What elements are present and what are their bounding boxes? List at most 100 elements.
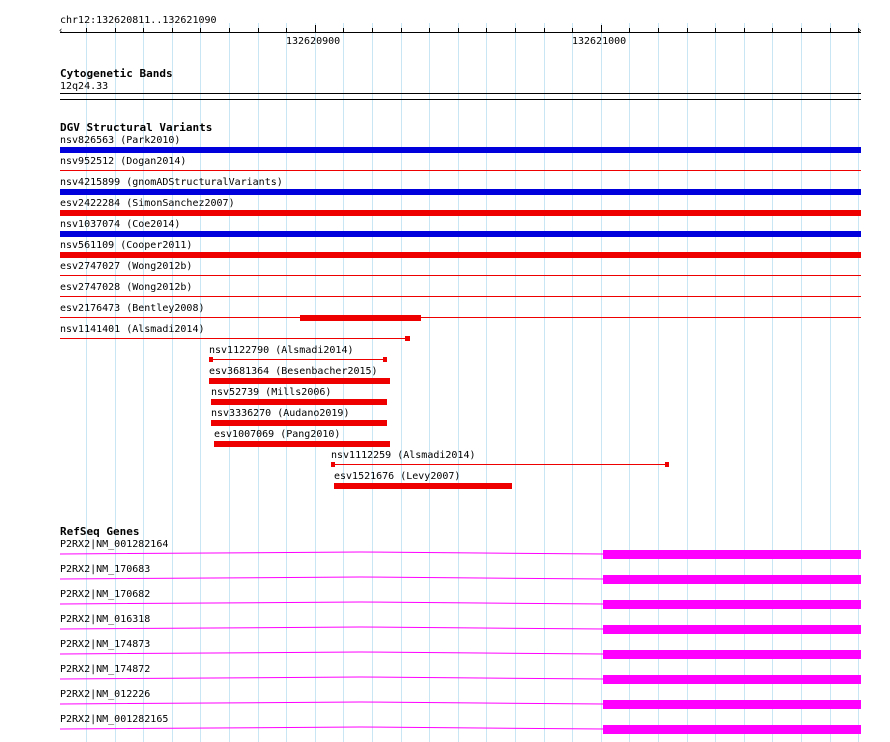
ruler-minor-tick	[200, 28, 201, 33]
dgv-variant-bar[interactable]	[60, 231, 861, 237]
dgv-variant-block[interactable]	[665, 462, 669, 467]
dgv-variant-label[interactable]: nsv826563 (Park2010)	[60, 135, 180, 146]
dgv-variant-bar[interactable]	[60, 147, 861, 153]
dgv-variant-bar[interactable]	[209, 378, 390, 384]
dgv-variant-label[interactable]: nsv52739 (Mills2006)	[211, 387, 331, 398]
dgv-variant-bar[interactable]	[209, 359, 386, 360]
dgv-variant-label[interactable]: nsv952512 (Dogan2014)	[60, 156, 186, 167]
refseq-intron-line[interactable]	[60, 700, 605, 706]
dgv-variant-label[interactable]: esv2422284 (SimonSanchez2007)	[60, 198, 235, 209]
ruler-minor-tick	[830, 28, 831, 33]
refseq-gene-label[interactable]: P2RX2|NM_174872	[60, 664, 150, 675]
dgv-variant-bar[interactable]	[60, 189, 861, 195]
refseq-exon-block[interactable]	[603, 725, 861, 734]
refseq-intron-line[interactable]	[60, 725, 605, 731]
ruler-minor-tick	[744, 28, 745, 33]
dgv-variant-bar[interactable]	[211, 399, 387, 405]
dgv-variant-label[interactable]: esv1521676 (Levy2007)	[334, 471, 460, 482]
ruler-range-label: chr12:132620811..132621090	[60, 15, 217, 26]
refseq-gene-label[interactable]: P2RX2|NM_170683	[60, 564, 150, 575]
dgv-variant-block[interactable]	[331, 462, 335, 467]
ruler-tick-label-2: 132621000	[572, 36, 627, 47]
refseq-exon-block[interactable]	[603, 575, 861, 584]
refseq-exon-block[interactable]	[603, 700, 861, 709]
refseq-exon-block[interactable]	[603, 550, 861, 559]
dgv-variant-label[interactable]: nsv561109 (Cooper2011)	[60, 240, 192, 251]
refseq-intron-line[interactable]	[60, 550, 605, 556]
ruler-left-arrow-icon: ‹	[58, 26, 64, 36]
grid-line	[601, 23, 602, 742]
ruler-minor-tick	[258, 28, 259, 33]
refseq-intron-line[interactable]	[60, 675, 605, 681]
refseq-intron-line[interactable]	[60, 575, 605, 581]
cytoband-label[interactable]: 12q24.33	[60, 81, 108, 92]
dgv-variant-bar[interactable]	[331, 464, 668, 465]
genome-browser-panel: chr12:132620811..132621090 ‹ › 132620900…	[0, 0, 890, 742]
refseq-gene-label[interactable]: P2RX2|NM_001282164	[60, 539, 168, 550]
ruler-minor-tick	[515, 28, 516, 33]
refseq-gene-label[interactable]: P2RX2|NM_174873	[60, 639, 150, 650]
refseq-exon-block[interactable]	[603, 625, 861, 634]
dgv-variant-label[interactable]: nsv3336270 (Audano2019)	[211, 408, 349, 419]
dgv-variant-block[interactable]	[383, 357, 387, 362]
dgv-variant-bar[interactable]	[211, 420, 387, 426]
dgv-variant-bar[interactable]	[60, 210, 861, 216]
dgv-variant-label[interactable]: esv2176473 (Bentley2008)	[60, 303, 205, 314]
dgv-variant-block[interactable]	[209, 357, 213, 362]
dgv-track-title: DGV Structural Variants	[60, 121, 213, 134]
dgv-variant-bar[interactable]	[214, 441, 390, 447]
dgv-variant-bar[interactable]	[334, 483, 512, 489]
ruler-minor-tick	[115, 28, 116, 33]
dgv-variant-label[interactable]: nsv1122790 (Alsmadi2014)	[209, 345, 354, 356]
ruler-minor-tick	[858, 28, 859, 33]
dgv-variant-bar[interactable]	[60, 317, 861, 318]
grid-line	[515, 23, 516, 742]
dgv-variant-label[interactable]: esv2747028 (Wong2012b)	[60, 282, 192, 293]
grid-line	[658, 23, 659, 742]
refseq-exon-block[interactable]	[603, 600, 861, 609]
dgv-variant-bar[interactable]	[60, 252, 861, 258]
grid-line	[458, 23, 459, 742]
ruler-major-tick	[601, 25, 602, 33]
refseq-gene-label[interactable]: P2RX2|NM_012226	[60, 689, 150, 700]
cytoband-track-title: Cytogenetic Bands	[60, 67, 173, 80]
refseq-gene-label[interactable]: P2RX2|NM_001282165	[60, 714, 168, 725]
dgv-variant-label[interactable]: nsv1112259 (Alsmadi2014)	[331, 450, 476, 461]
grid-line	[801, 23, 802, 742]
dgv-variant-label[interactable]: nsv1037074 (Coe2014)	[60, 219, 180, 230]
dgv-variant-bar[interactable]	[60, 296, 861, 297]
dgv-variant-label[interactable]: nsv1141401 (Alsmadi2014)	[60, 324, 205, 335]
ruler-minor-tick	[772, 28, 773, 33]
ruler-minor-tick	[687, 28, 688, 33]
dgv-variant-block[interactable]	[405, 336, 410, 341]
dgv-variant-label[interactable]: nsv4215899 (gnomADStructuralVariants)	[60, 177, 283, 188]
refseq-exon-block[interactable]	[603, 675, 861, 684]
dgv-variant-bar[interactable]	[60, 338, 408, 339]
ruler-minor-tick	[801, 28, 802, 33]
ruler-minor-tick	[658, 28, 659, 33]
dgv-variant-bar[interactable]	[60, 275, 861, 276]
cytoband-line-top	[60, 93, 861, 94]
grid-line	[715, 23, 716, 742]
refseq-gene-label[interactable]: P2RX2|NM_170682	[60, 589, 150, 600]
dgv-variant-label[interactable]: esv2747027 (Wong2012b)	[60, 261, 192, 272]
refseq-exon-block[interactable]	[603, 650, 861, 659]
ruler-axis	[60, 32, 861, 33]
dgv-variant-label[interactable]: esv3681364 (Besenbacher2015)	[209, 366, 378, 377]
refseq-intron-line[interactable]	[60, 625, 605, 631]
grid-line	[401, 23, 402, 742]
ruler-minor-tick	[401, 28, 402, 33]
grid-line	[858, 23, 859, 742]
refseq-gene-label[interactable]: P2RX2|NM_016318	[60, 614, 150, 625]
refseq-intron-line[interactable]	[60, 600, 605, 606]
ruler-minor-tick	[429, 28, 430, 33]
ruler-minor-tick	[572, 28, 573, 33]
grid-line	[830, 23, 831, 742]
ruler-minor-tick	[286, 28, 287, 33]
dgv-variant-bar[interactable]	[60, 170, 861, 171]
dgv-variant-block[interactable]	[300, 315, 421, 321]
dgv-variant-label[interactable]: esv1007069 (Pang2010)	[214, 429, 340, 440]
ruler-minor-tick	[343, 28, 344, 33]
refseq-intron-line[interactable]	[60, 650, 605, 656]
ruler-minor-tick	[544, 28, 545, 33]
